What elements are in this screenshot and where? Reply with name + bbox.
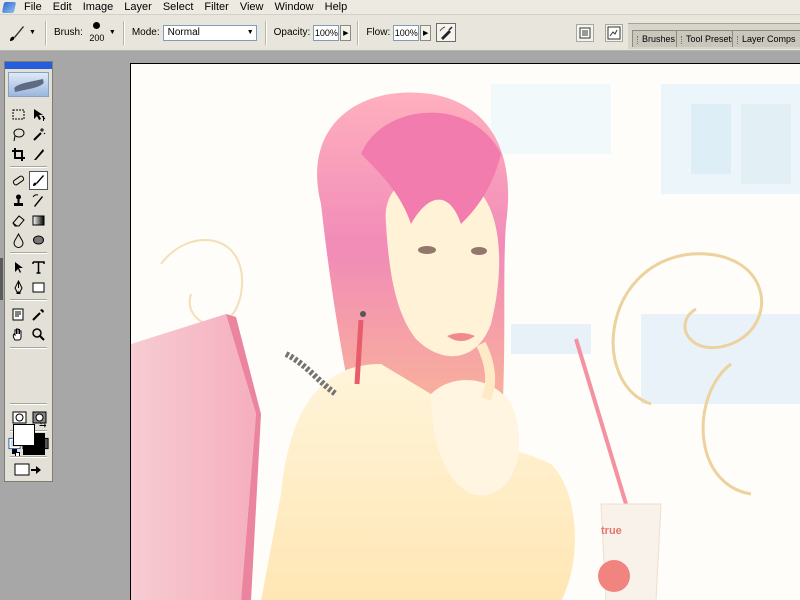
crop-tool-icon[interactable] xyxy=(9,145,28,164)
opacity-slider-toggle[interactable]: ▶ xyxy=(340,24,352,41)
separator xyxy=(357,20,360,45)
mode-select[interactable]: Normal ▼ xyxy=(162,24,257,41)
separator xyxy=(10,299,47,301)
gradient-tool-icon[interactable] xyxy=(29,211,48,230)
type-tool-icon[interactable] xyxy=(29,258,48,277)
opacity-field[interactable]: 100% xyxy=(313,24,340,41)
menu-select[interactable]: Select xyxy=(158,0,200,15)
eyedropper-tool-icon[interactable] xyxy=(29,305,48,324)
foreground-color-swatch[interactable] xyxy=(13,424,35,446)
separator xyxy=(10,403,47,405)
file-browser-icon xyxy=(579,27,591,38)
mode-label: Mode: xyxy=(131,27,160,38)
move-tool-icon[interactable] xyxy=(29,105,48,124)
menu-help[interactable]: Help xyxy=(320,0,354,15)
photoshop-feather-icon[interactable] xyxy=(1,1,17,14)
clone-stamp-tool-icon[interactable] xyxy=(9,191,28,210)
photoshop-logo-icon[interactable] xyxy=(8,72,49,97)
airbrush-button[interactable] xyxy=(436,23,457,42)
document-window-icon xyxy=(607,26,621,39)
tab-layer-comps[interactable]: Layer Comps xyxy=(732,30,800,47)
airbrush-icon xyxy=(439,26,453,40)
workspace-edge-marker xyxy=(0,258,3,300)
menu-edit[interactable]: Edit xyxy=(48,0,78,15)
separator xyxy=(122,20,125,45)
tab-layer-comps-label: Layer Comps xyxy=(742,34,796,44)
brush-tool-icon[interactable] xyxy=(29,171,48,190)
flow-label: Flow: xyxy=(366,27,391,38)
palette-well: Brushes Tool Presets Layer Comps xyxy=(628,23,800,49)
opacity-label: Opacity: xyxy=(273,27,311,38)
notes-tool-icon[interactable] xyxy=(9,305,28,324)
menu-bar: File Edit Image Layer Select Filter View… xyxy=(0,0,800,15)
history-brush-tool-icon[interactable] xyxy=(29,191,48,210)
toolbox-title-bar[interactable] xyxy=(5,62,52,69)
separator xyxy=(45,20,47,45)
chevron-down-icon: ▼ xyxy=(246,29,254,36)
separator xyxy=(10,456,47,458)
grip-icon xyxy=(737,35,739,44)
brush-icon xyxy=(10,25,25,41)
options-bar: ▼ Brush: 200 ▼ Mode: Normal ▼ Opacity: 1… xyxy=(0,15,800,51)
brush-size: 200 xyxy=(89,32,105,43)
tab-brushes-label: Brushes xyxy=(642,34,676,44)
mode-value: Normal xyxy=(167,27,200,38)
grip-icon xyxy=(637,35,639,44)
flow-slider-toggle[interactable]: ▶ xyxy=(420,24,432,41)
pen-tool-icon[interactable] xyxy=(9,278,28,297)
separator xyxy=(10,252,47,254)
tab-tool-presets-label: Tool Presets xyxy=(686,34,736,44)
toolbox: ⇆ xyxy=(4,61,53,482)
separator xyxy=(264,20,267,45)
magic-wand-tool-icon[interactable] xyxy=(29,125,48,144)
rectangle-tool-icon[interactable] xyxy=(29,278,48,297)
menu-layer[interactable]: Layer xyxy=(119,0,158,15)
menu-file[interactable]: File xyxy=(19,0,48,15)
document-canvas[interactable]: true xyxy=(130,63,800,600)
separator xyxy=(10,347,47,349)
brush-tip-icon xyxy=(93,21,101,29)
flow-field[interactable]: 100% xyxy=(393,24,420,41)
blur-tool-icon[interactable] xyxy=(9,231,28,250)
slice-tool-icon[interactable] xyxy=(29,145,48,164)
tab-tool-presets[interactable]: Tool Presets xyxy=(676,30,741,47)
menu-filter[interactable]: Filter xyxy=(199,0,234,15)
lasso-tool-icon[interactable] xyxy=(9,125,28,144)
path-selection-tool-icon[interactable] xyxy=(9,258,28,277)
hand-tool-icon[interactable] xyxy=(9,325,28,344)
menu-view[interactable]: View xyxy=(235,0,270,15)
marquee-tool-icon[interactable] xyxy=(9,105,28,124)
eraser-tool-icon[interactable] xyxy=(9,211,28,230)
separator xyxy=(10,166,47,168)
menu-image[interactable]: Image xyxy=(78,0,120,15)
jump-to-imageready-icon[interactable] xyxy=(11,460,47,479)
brush-picker[interactable]: 200 xyxy=(86,20,108,46)
tab-brushes[interactable]: Brushes xyxy=(632,30,681,47)
brush-label: Brush: xyxy=(54,27,83,38)
zoom-tool-icon[interactable] xyxy=(29,325,48,344)
image-window-button[interactable] xyxy=(605,23,623,42)
menu-window[interactable]: Window xyxy=(270,0,320,15)
dodge-tool-icon[interactable] xyxy=(29,231,48,250)
grip-icon xyxy=(681,35,683,44)
photo-image: true xyxy=(131,64,800,600)
file-browser-button[interactable] xyxy=(576,23,594,42)
brush-picker-chevron-icon[interactable]: ▼ xyxy=(109,29,116,36)
healing-brush-tool-icon[interactable] xyxy=(9,171,28,190)
tool-preset-picker[interactable]: ▼ xyxy=(4,18,42,48)
chevron-down-icon: ▼ xyxy=(29,29,36,36)
